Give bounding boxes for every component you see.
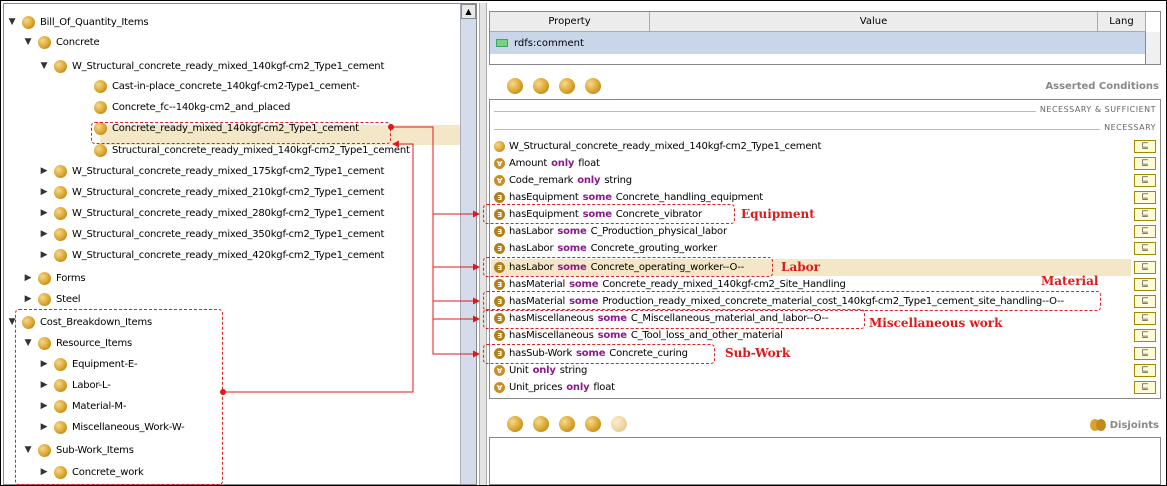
arrow-cost-breakdown-to-class [223, 140, 414, 393]
arrow-to-subwork [432, 319, 480, 358]
arrow-to-material [432, 267, 480, 305]
connector-dot [220, 389, 226, 395]
arrow-to-labor [432, 214, 480, 271]
connector-dot [388, 124, 394, 130]
arrow-to-equipment [391, 126, 480, 218]
arrow-to-miscellaneous [432, 301, 480, 323]
application-window: ▼ Bill_Of_Quantity_Items ▼ Concrete ▼ W_Struc… [0, 0, 1167, 486]
annotation-arrows [220, 124, 480, 395]
